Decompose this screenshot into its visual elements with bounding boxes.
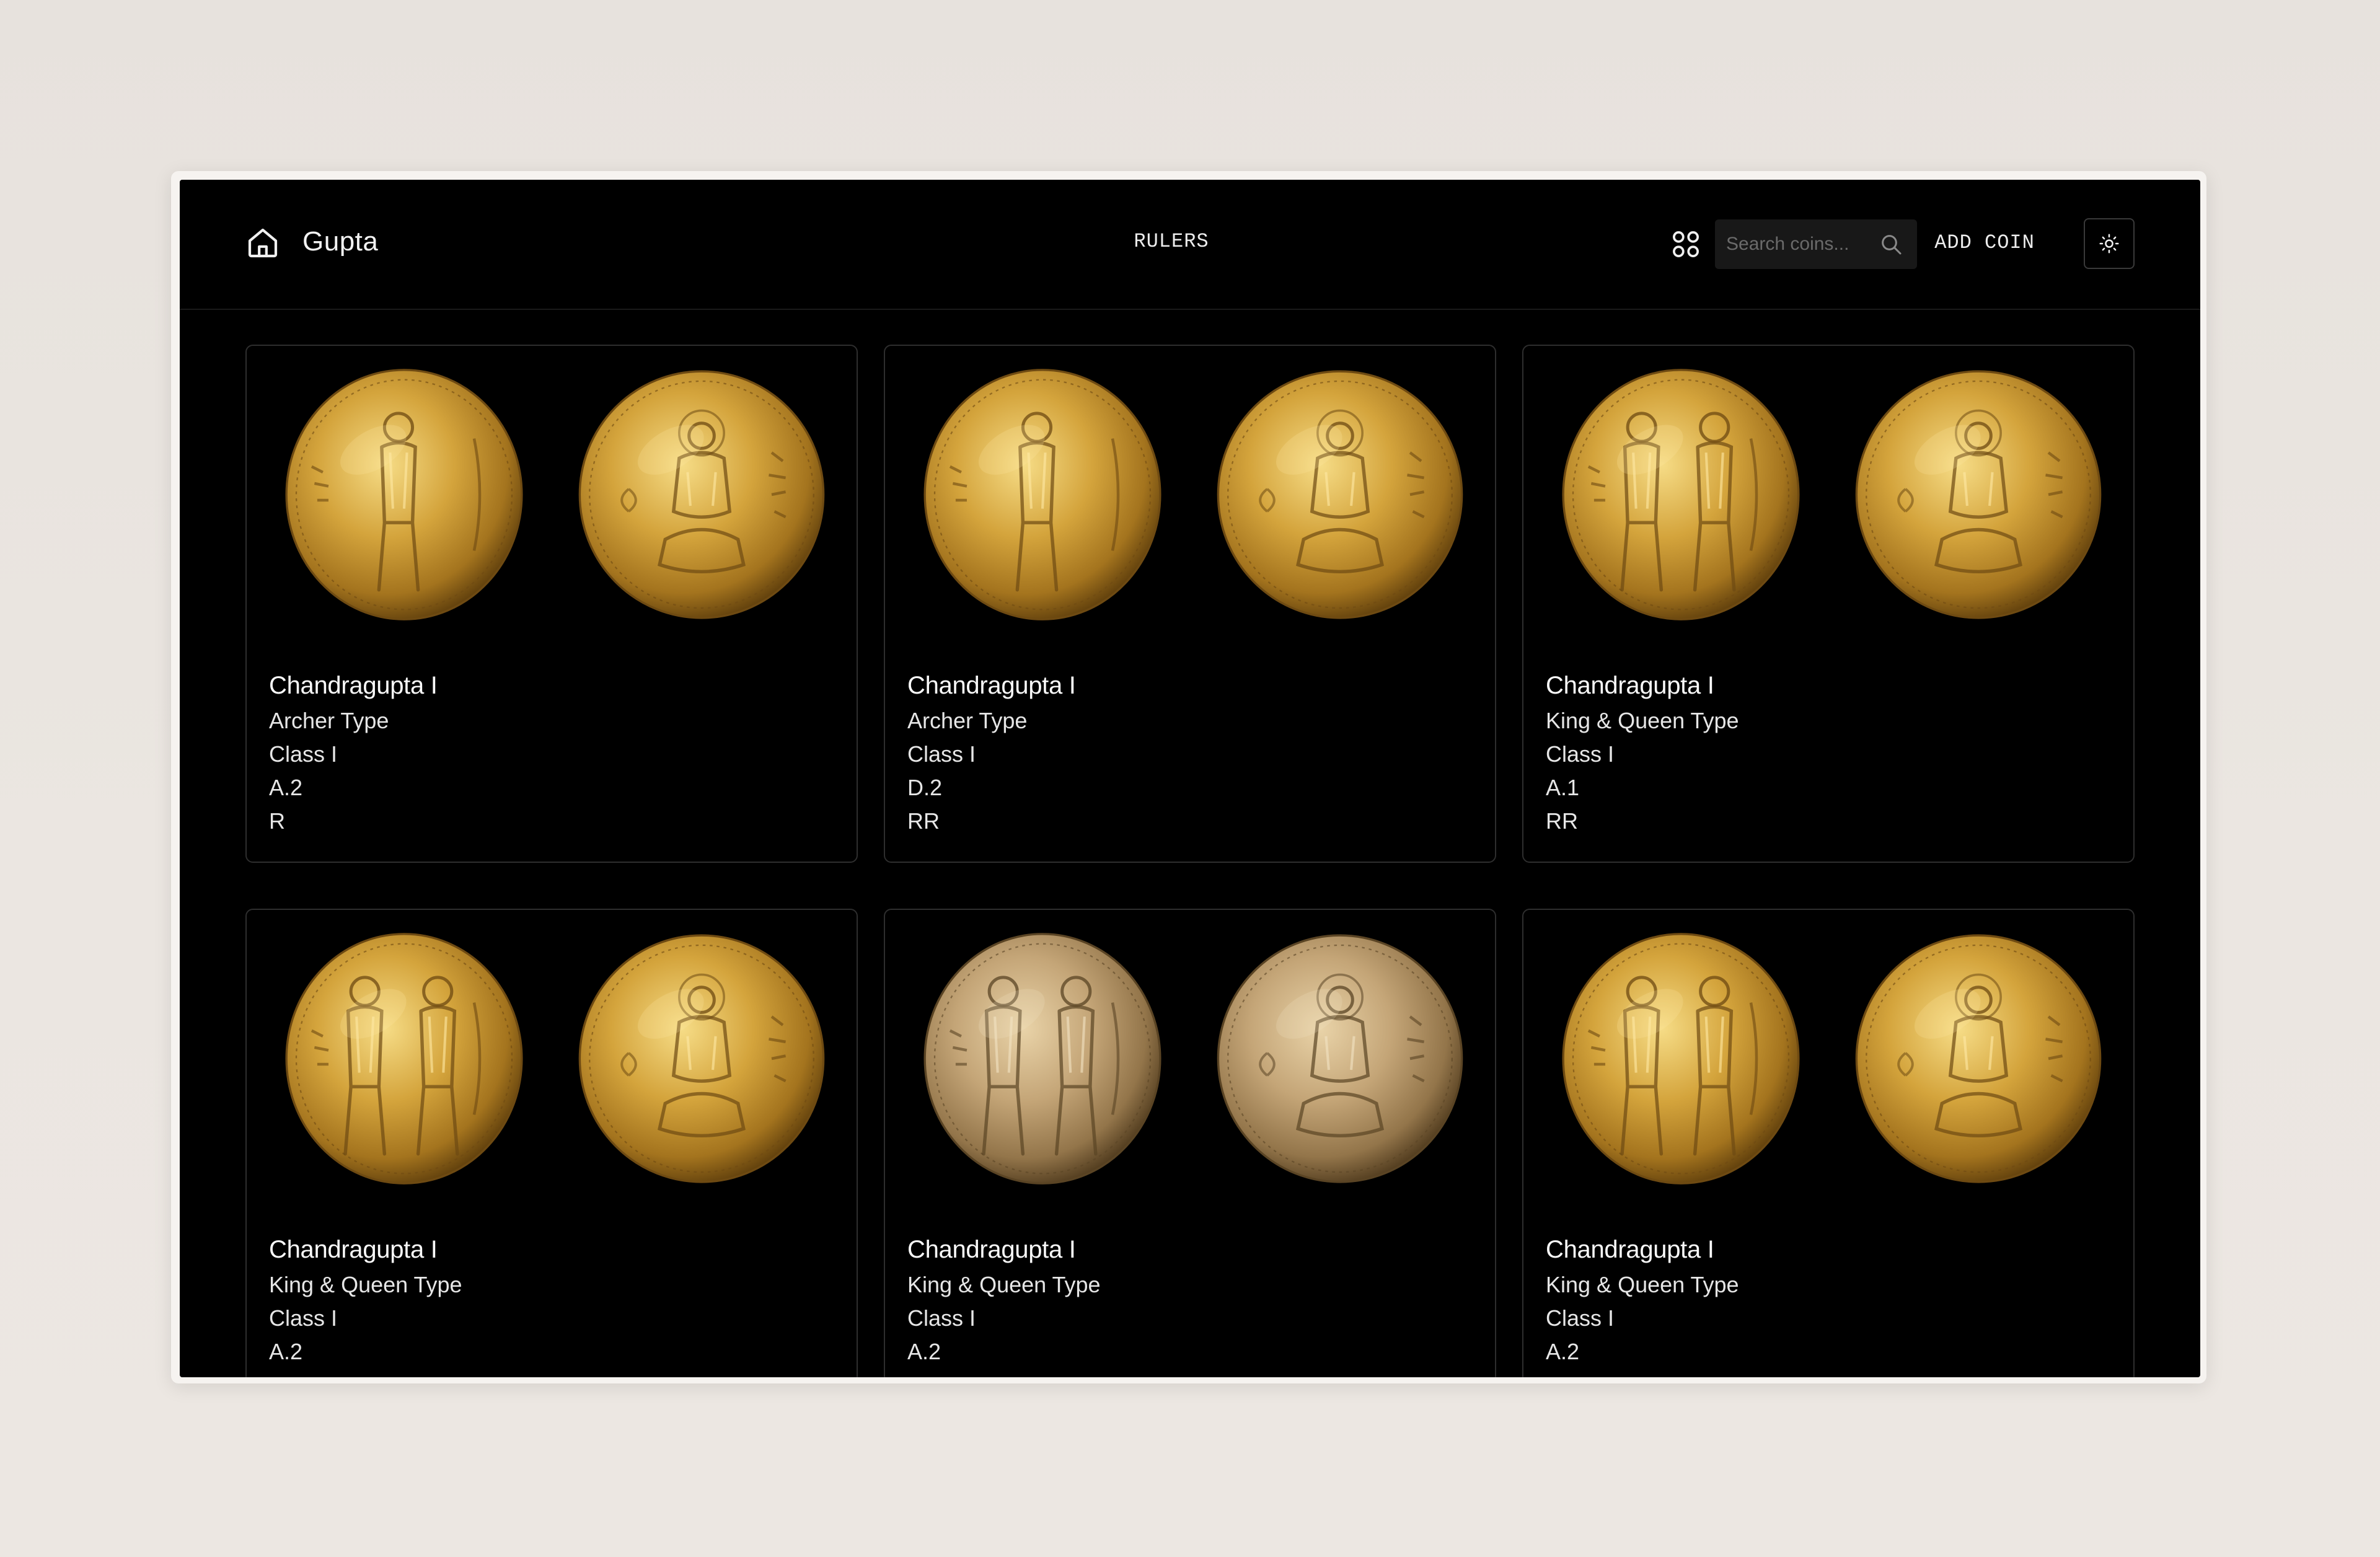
brand-title[interactable]: Gupta xyxy=(302,223,378,260)
coin-card[interactable]: Chandragupta I King & Queen Type Class I A.… xyxy=(884,909,1496,1377)
coin-ruler-name: Chandragupta I xyxy=(1546,672,1714,699)
coin-reverse-image[interactable] xyxy=(1838,355,2118,635)
coin-class: Class I xyxy=(907,741,976,767)
coin-card[interactable]: Chandragupta I King & Queen Type Class I A.… xyxy=(1522,909,2135,1377)
coin-variety: A.1 xyxy=(1546,775,1580,800)
coin-info: Chandragupta I Archer Type Class I D.2 RR xyxy=(907,667,1076,838)
nav-rulers-link[interactable]: RULERS xyxy=(1109,226,1233,258)
coin-info: Chandragupta I King & Queen Type Class I A.… xyxy=(1546,667,1739,838)
search-box[interactable] xyxy=(1715,219,1917,269)
coin-reverse-image[interactable] xyxy=(562,919,842,1199)
coin-card[interactable]: Chandragupta I King & Queen Type Class I A.… xyxy=(1522,345,2135,863)
coin-obverse-image[interactable] xyxy=(902,919,1183,1199)
add-coin-button[interactable]: ADD COIN xyxy=(1934,226,2035,260)
coin-variety: D.2 xyxy=(907,775,943,800)
coin-obverse-image[interactable] xyxy=(902,355,1183,635)
coin-obverse-image[interactable] xyxy=(1541,919,1821,1199)
coin-class: Class I xyxy=(269,1305,338,1331)
coin-type: King & Queen Type xyxy=(1546,708,1739,733)
coin-reverse-image[interactable] xyxy=(1200,355,1480,635)
coin-ruler-name: Chandragupta I xyxy=(907,1236,1076,1263)
coin-type: King & Queen Type xyxy=(1546,1272,1739,1297)
coin-info: Chandragupta I King & Queen Type Class I A.… xyxy=(1546,1231,1739,1377)
theme-toggle-button[interactable] xyxy=(2084,218,2135,269)
coin-class: Class I xyxy=(907,1305,976,1331)
coin-ruler-name: Chandragupta I xyxy=(907,672,1076,699)
coin-ruler-name: Chandragupta I xyxy=(269,1236,438,1263)
coin-type: King & Queen Type xyxy=(907,1272,1101,1297)
coin-class: Class I xyxy=(1546,1305,1615,1331)
coin-variety: A.2 xyxy=(1546,1339,1580,1364)
coin-rarity: R xyxy=(269,808,285,834)
coin-rarity: RR xyxy=(907,1369,1101,1377)
coin-rarity: RR xyxy=(907,808,940,834)
coin-obverse-image[interactable] xyxy=(264,919,544,1199)
coin-type: Archer Type xyxy=(907,708,1028,733)
coin-obverse-image[interactable] xyxy=(1541,355,1821,635)
home-icon[interactable] xyxy=(245,226,280,260)
coin-reverse-image[interactable] xyxy=(1838,919,2118,1199)
coin-info: Chandragupta I Archer Type Class I A.2 R xyxy=(269,667,438,838)
coin-rarity: RR xyxy=(1546,1369,1739,1377)
coin-grid: Chandragupta I Archer Type Class I A.2 R Chan… xyxy=(245,345,2135,1377)
search-input[interactable] xyxy=(1726,219,1881,269)
coin-type: King & Queen Type xyxy=(269,1272,462,1297)
coin-reverse-image[interactable] xyxy=(1200,919,1480,1199)
coin-card[interactable]: Chandragupta I King & Queen Type Class I A.… xyxy=(245,909,858,1377)
coin-variety: A.2 xyxy=(907,1339,941,1364)
grid-view-icon[interactable] xyxy=(1668,227,1703,262)
coin-info: Chandragupta I King & Queen Type Class I A.… xyxy=(269,1231,462,1377)
coin-class: Class I xyxy=(1546,741,1615,767)
coin-obverse-image[interactable] xyxy=(264,355,544,635)
coin-variety: A.2 xyxy=(269,775,303,800)
search-icon[interactable] xyxy=(1879,232,1903,257)
coin-card[interactable]: Chandragupta I Archer Type Class I D.2 RR xyxy=(884,345,1496,863)
coin-ruler-name: Chandragupta I xyxy=(1546,1236,1714,1263)
coin-card[interactable]: Chandragupta I Archer Type Class I A.2 R xyxy=(245,345,858,863)
coin-class: Class I xyxy=(269,741,338,767)
coin-reverse-image[interactable] xyxy=(562,355,842,635)
coin-variety: A.2 xyxy=(269,1339,303,1364)
app-window: Gupta RULERS ADD COIN xyxy=(180,180,2200,1377)
coin-info: Chandragupta I King & Queen Type Class I A.… xyxy=(907,1231,1101,1377)
top-bar: Gupta RULERS ADD COIN xyxy=(180,180,2200,310)
coin-rarity: RR xyxy=(1546,808,1578,834)
coin-rarity: RR xyxy=(269,1369,462,1377)
coin-type: Archer Type xyxy=(269,708,389,733)
coin-ruler-name: Chandragupta I xyxy=(269,672,438,699)
sun-icon xyxy=(2099,234,2119,254)
